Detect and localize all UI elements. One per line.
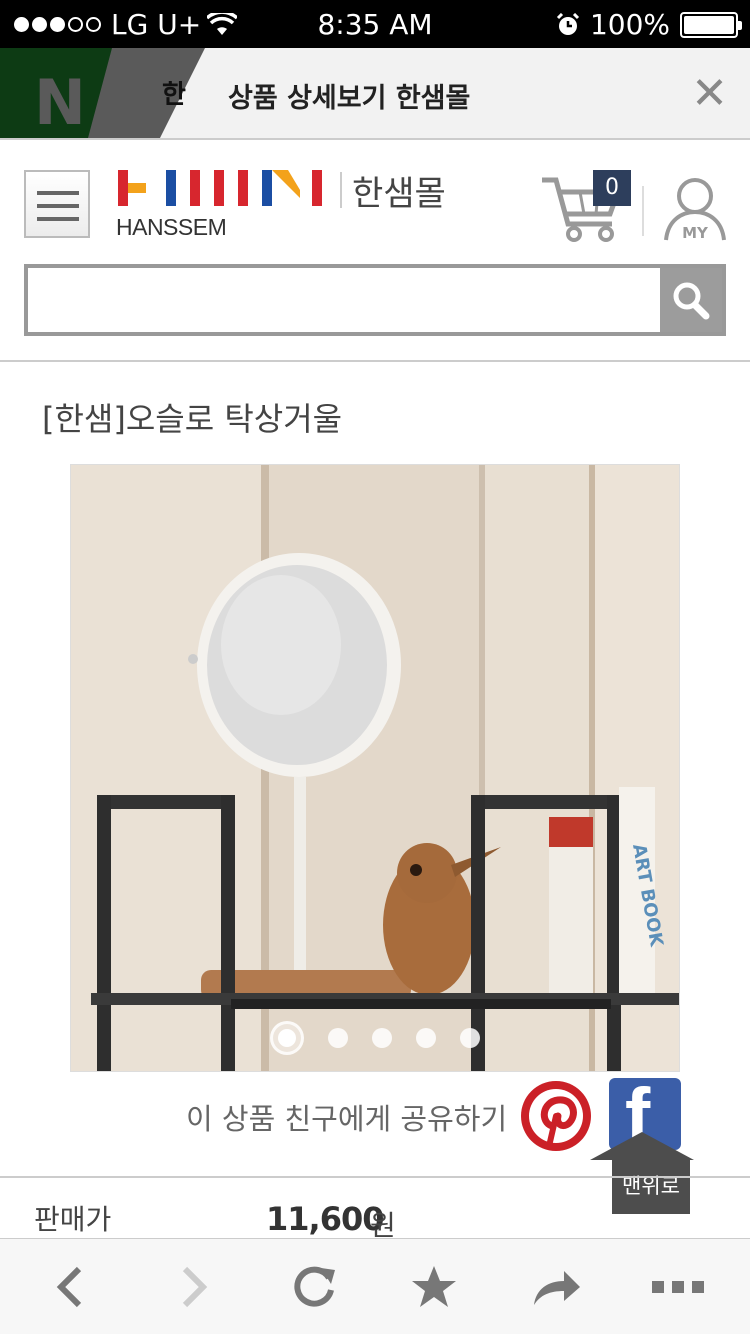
search-box — [24, 264, 726, 336]
cart-count-badge: 0 — [593, 170, 631, 206]
close-icon[interactable]: ✕ — [691, 68, 728, 119]
pinterest-icon[interactable] — [520, 1080, 592, 1152]
more-icon — [652, 1281, 704, 1293]
scroll-to-top-button[interactable]: 맨위로 — [590, 1132, 694, 1214]
carousel-dot-4[interactable] — [416, 1028, 436, 1048]
search-icon — [673, 282, 710, 320]
carousel-dot-5[interactable] — [460, 1028, 480, 1048]
share-icon — [534, 1271, 580, 1305]
carousel-dot-3[interactable] — [372, 1028, 392, 1048]
battery-percent: 100% — [589, 8, 670, 41]
product-title: [한샘]오슬로 탁상거울 — [42, 400, 343, 438]
header-divider — [642, 186, 644, 236]
price-value: 11,600 — [266, 1200, 384, 1238]
forward-icon — [182, 1266, 208, 1308]
scroll-to-top-label: 맨위로 — [612, 1158, 690, 1214]
tab-title: 상품 상세보기 한샘몰 — [228, 83, 471, 114]
bookmark-star-icon — [412, 1266, 456, 1307]
product-image-carousel[interactable]: ART BOOK — [70, 464, 680, 1072]
product-photo: ART BOOK — [71, 465, 679, 1071]
carousel-dot-1[interactable] — [270, 1021, 304, 1055]
reload-icon — [294, 1266, 335, 1307]
reload-button[interactable] — [284, 1261, 344, 1313]
hamburger-menu-button[interactable] — [24, 170, 90, 238]
my-page-icon[interactable]: MY — [662, 176, 728, 242]
browser-title-bar: N 한 상품 상세보기 한샘몰 ✕ — [0, 48, 750, 140]
battery-icon — [680, 11, 742, 38]
browser-toolbar — [0, 1238, 750, 1334]
alarm-icon — [556, 12, 579, 35]
mall-name[interactable]: 한샘몰 — [352, 166, 446, 215]
forward-button[interactable] — [164, 1261, 224, 1313]
svg-text:한: 한 — [162, 80, 186, 110]
price-label: 판매가 — [34, 1203, 112, 1236]
up-arrow-icon — [590, 1132, 694, 1160]
more-button[interactable] — [648, 1261, 708, 1313]
share-text: 이 상품 친구에게 공유하기 — [186, 1102, 508, 1136]
site-header: HANSSEM 한샘몰 0 MY — [0, 142, 750, 362]
logo-mark-icon — [118, 170, 322, 206]
share-button[interactable] — [526, 1261, 586, 1313]
search-input[interactable] — [28, 268, 664, 332]
hanssem-logo[interactable]: HANSSEM — [116, 170, 326, 240]
status-bar: LG U+ 8:35 AM 100% — [0, 0, 750, 48]
search-button[interactable] — [660, 268, 722, 332]
my-label: MY — [682, 224, 709, 242]
logo-text: HANSSEM — [116, 214, 227, 240]
back-button[interactable] — [40, 1261, 100, 1313]
previous-tab-thumbnail[interactable]: N 한 — [0, 48, 210, 138]
carousel-indicators — [71, 1021, 679, 1055]
tab-favicon-letter: N — [34, 66, 86, 138]
price-divider — [0, 1176, 750, 1178]
carousel-dot-2[interactable] — [328, 1028, 348, 1048]
status-right: 100% — [556, 8, 742, 41]
logo-divider — [340, 172, 342, 208]
bookmark-button[interactable] — [404, 1261, 464, 1313]
back-icon — [56, 1266, 82, 1308]
